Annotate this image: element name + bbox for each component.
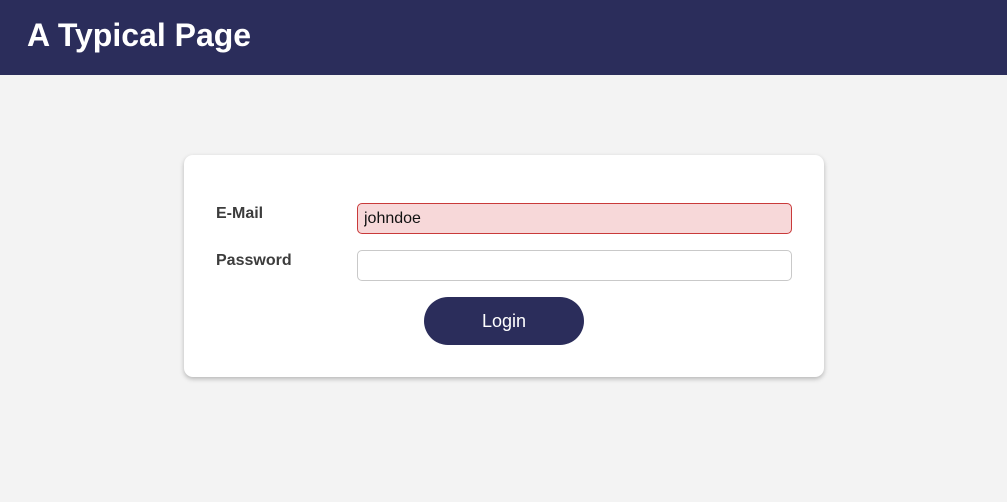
email-field[interactable] <box>357 203 792 234</box>
page-title: A Typical Page <box>27 17 252 53</box>
password-label: Password <box>216 252 292 269</box>
email-label: E-Mail <box>216 205 264 222</box>
password-field[interactable] <box>357 250 792 281</box>
login-button[interactable]: Login <box>424 297 584 345</box>
login-card: E-Mail Password Login <box>184 155 824 377</box>
page-header: A Typical Page <box>0 0 1007 75</box>
